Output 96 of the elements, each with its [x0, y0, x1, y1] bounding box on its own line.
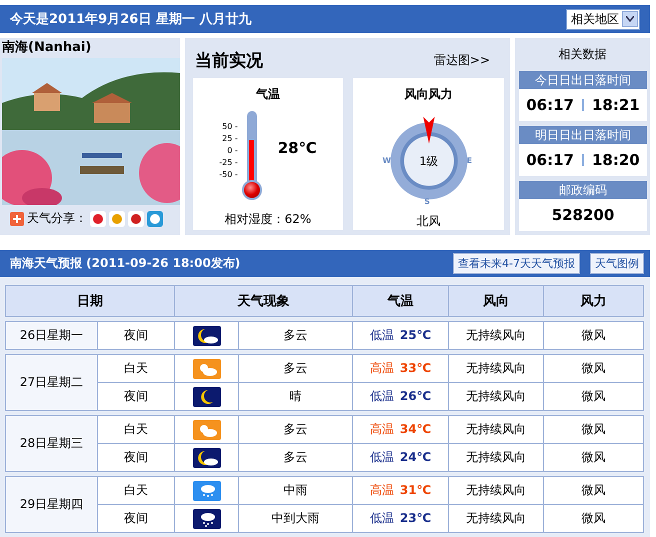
share-icon[interactable]: [147, 210, 163, 226]
scale-label: -25 -: [219, 157, 238, 168]
temperature-value: 23℃: [400, 511, 432, 525]
data-value: 18:21: [592, 96, 640, 114]
share-icon[interactable]: [109, 210, 125, 226]
forecast-title: 南海天气预报 (2011-09-26 18:00发布): [10, 255, 240, 272]
table-cell: 多云: [238, 354, 352, 382]
wind-direction: 北风: [416, 213, 440, 230]
table-cell: 夜间: [98, 382, 174, 410]
table-cell: 多云: [238, 444, 352, 472]
temperature-value: 24℃: [400, 450, 432, 464]
wind-force: 1级: [418, 154, 438, 168]
temperature-value: 26℃: [400, 389, 432, 403]
column-header: 风向: [448, 286, 544, 316]
data-value: 06:17: [526, 151, 574, 169]
table-cell: 晴: [238, 382, 352, 410]
table-cell: 26日星期一: [6, 322, 98, 350]
radar-link[interactable]: 雷达图>>: [434, 52, 490, 68]
table-cell: 白天: [98, 476, 174, 504]
weather-icon: [192, 480, 220, 500]
panel-title: 相关数据: [558, 46, 608, 63]
table-cell: 白天: [98, 354, 174, 382]
panel-title: 当前实况: [195, 50, 263, 72]
forecast-button[interactable]: 查看未来4-7天天气预报: [453, 253, 580, 274]
share-icon[interactable]: [128, 210, 144, 226]
table-cell: 无持续风向: [448, 476, 544, 504]
date-text: 今天是2011年9月26日 星期一 八月廿九: [10, 11, 252, 28]
table-cell: 微风: [544, 416, 644, 444]
temperature-label: 高温: [370, 361, 394, 375]
plus-icon[interactable]: [10, 212, 24, 226]
card-title: 气温: [256, 86, 280, 103]
data-value: 06:17: [526, 96, 574, 114]
table-cell: 微风: [544, 382, 644, 410]
weather-icon: [192, 386, 220, 406]
table-cell: 夜间: [98, 504, 174, 532]
table-cell: 微风: [544, 354, 644, 382]
card-header: 邮政编码: [519, 181, 647, 199]
temperature-label: 高温: [370, 422, 394, 436]
caret-icon: [626, 16, 634, 22]
share-label: 天气分享：: [27, 210, 87, 227]
temperature-value: 34℃: [400, 422, 432, 436]
temperature-value: 33℃: [400, 361, 432, 375]
temperature-reading: 28℃: [278, 139, 317, 157]
share-icon[interactable]: [90, 210, 106, 226]
temperature-label: 低温: [370, 450, 394, 464]
temperature-value: 25℃: [400, 328, 432, 342]
table-cell: 中到大雨: [238, 504, 352, 532]
weather-icon: [192, 448, 220, 468]
table-cell: 无持续风向: [448, 382, 544, 410]
table-cell: 多云: [238, 416, 352, 444]
table-cell: 夜间: [98, 444, 174, 472]
column-header: 天气现象: [174, 286, 352, 316]
humidity-text: 相对湿度：62%: [224, 211, 312, 228]
region-select[interactable]: 相关地区: [566, 8, 640, 30]
temperature-label: 低温: [370, 389, 394, 403]
table-cell: 无持续风向: [448, 354, 544, 382]
scale-label: 0 -: [227, 145, 238, 156]
temperature-value: 31℃: [400, 483, 432, 497]
data-value: 18:20: [592, 151, 640, 169]
city-name: 南海(Nanhai): [1, 39, 92, 57]
forecast-button[interactable]: 天气图例: [590, 253, 644, 274]
scale-label: 50 -: [222, 121, 238, 132]
scale-label: -50 -: [219, 169, 238, 180]
temperature-label: 高温: [370, 483, 394, 497]
card-header: 今日日出日落时间: [519, 71, 647, 89]
scale-label: 25 -: [222, 133, 238, 144]
column-header: 风力: [544, 286, 644, 316]
table-cell: 多云: [238, 322, 352, 350]
weather-icon: [192, 508, 220, 528]
table-cell: 无持续风向: [448, 416, 544, 444]
table-cell: 29日星期四: [6, 476, 98, 532]
table-cell: 白天: [98, 416, 174, 444]
table-cell: 微风: [544, 322, 644, 350]
table-cell: 28日星期三: [6, 416, 98, 472]
temperature-label: 低温: [370, 328, 394, 342]
table-cell: 夜间: [98, 322, 174, 350]
column-header: 日期: [6, 286, 174, 316]
weather-icon: [192, 358, 220, 378]
card-title: 风向风力: [404, 86, 452, 103]
weather-icon: [192, 326, 220, 346]
table-cell: 微风: [544, 504, 644, 532]
temperature-label: 低温: [370, 511, 394, 525]
data-value: 528200: [552, 206, 614, 224]
table-cell: 无持续风向: [448, 322, 544, 350]
table-cell: 无持续风向: [448, 444, 544, 472]
table-cell: 微风: [544, 476, 644, 504]
compass-label: W: [382, 156, 390, 165]
compass-label: S: [424, 197, 430, 206]
compass-label: E: [466, 156, 472, 165]
card-header: 明日日出日落时间: [519, 126, 647, 144]
table-cell: 中雨: [238, 476, 352, 504]
table-cell: 27日星期二: [6, 354, 98, 410]
column-header: 气温: [352, 286, 448, 316]
weather-icon: [192, 420, 220, 440]
table-cell: 无持续风向: [448, 504, 544, 532]
table-cell: 微风: [544, 444, 644, 472]
